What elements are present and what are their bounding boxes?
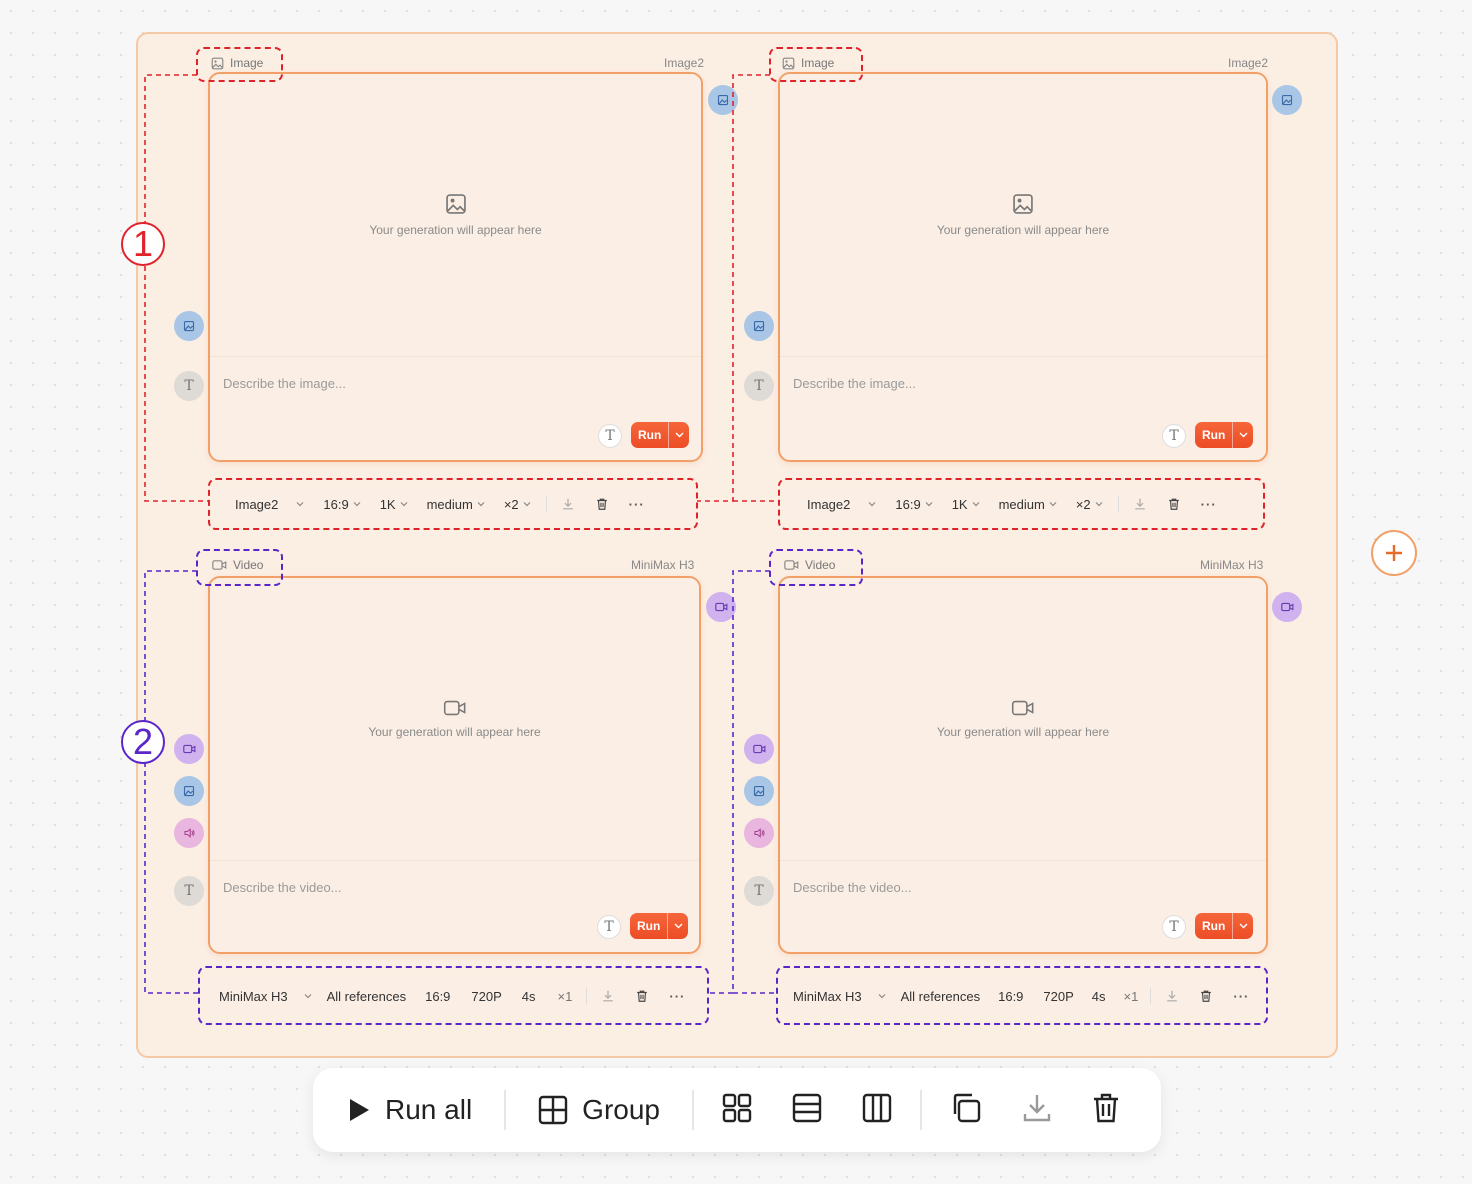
- placeholder-text: Your generation will appear here: [369, 223, 542, 237]
- group-icon: [538, 1095, 568, 1125]
- video-toolbar-highlight: [198, 966, 709, 1025]
- prompt-input[interactable]: Describe the video...: [223, 880, 342, 895]
- prompt-input[interactable]: Describe the image...: [223, 376, 346, 391]
- text-input-port-icon[interactable]: T: [174, 876, 204, 906]
- download-icon: [1023, 1094, 1051, 1121]
- model-tag: Image2: [1228, 56, 1269, 70]
- columns-layout-icon: [862, 1093, 892, 1122]
- run-button[interactable]: Run: [630, 913, 688, 939]
- placeholder-text: Your generation will appear here: [936, 725, 1110, 739]
- callout-1: 1: [121, 222, 165, 266]
- run-button[interactable]: Run: [1195, 422, 1253, 448]
- image-label-highlight: [769, 47, 863, 82]
- copy-icon: [953, 1093, 981, 1122]
- add-node-button[interactable]: [1371, 530, 1417, 576]
- image-input-port-icon[interactable]: [174, 311, 204, 341]
- audio-input-port-icon[interactable]: [174, 818, 204, 848]
- generation-preview: Your generation will appear here: [210, 74, 701, 357]
- audio-input-port-icon[interactable]: [744, 818, 774, 848]
- callout-2: 2: [121, 720, 165, 764]
- run-all-button[interactable]: Run all: [347, 1094, 472, 1126]
- text-format-button[interactable]: T: [598, 424, 622, 448]
- model-tag: MiniMax H3: [1200, 558, 1264, 572]
- video-node-card[interactable]: Your generation will appear here Describ…: [778, 576, 1268, 954]
- image-input-port-icon[interactable]: [174, 776, 204, 806]
- video-input-port-icon[interactable]: [744, 734, 774, 764]
- image-node-card[interactable]: Your generation will appear here Describ…: [778, 72, 1268, 462]
- group-label: Group: [582, 1094, 660, 1125]
- prompt-input[interactable]: Describe the image...: [793, 376, 916, 391]
- chevron-down-icon[interactable]: [667, 913, 688, 939]
- run-button[interactable]: Run: [631, 422, 689, 448]
- image-output-port-icon[interactable]: [1272, 85, 1302, 115]
- video-input-port-icon[interactable]: [174, 734, 204, 764]
- bar-divider: [504, 1090, 507, 1130]
- model-tag: Image2: [664, 56, 705, 70]
- run-label: Run: [637, 919, 661, 933]
- video-placeholder-icon: [1011, 700, 1034, 716]
- text-format-button[interactable]: T: [1162, 915, 1186, 939]
- prompt-input[interactable]: Describe the video...: [793, 880, 912, 895]
- grid-layout-icon: [722, 1093, 752, 1122]
- image-toolbar-highlight: [778, 478, 1265, 530]
- run-label: Run: [1202, 428, 1226, 442]
- bar-divider: [692, 1090, 694, 1130]
- run-all-label: Run all: [385, 1094, 473, 1125]
- chevron-down-icon[interactable]: [668, 422, 689, 448]
- run-button[interactable]: Run: [1195, 913, 1253, 939]
- chevron-down-icon[interactable]: [1232, 913, 1253, 939]
- duplicate-button[interactable]: [950, 1092, 982, 1129]
- image-placeholder-icon: [445, 194, 466, 214]
- video-output-port-icon[interactable]: [706, 592, 736, 622]
- bottom-action-bar: Run all Group: [313, 1068, 1161, 1152]
- run-label: Run: [638, 428, 662, 442]
- grid-layout-button[interactable]: [722, 1093, 752, 1128]
- image-input-port-icon[interactable]: [744, 311, 774, 341]
- group-button[interactable]: Group: [538, 1094, 660, 1126]
- rows-layout-button[interactable]: [792, 1093, 822, 1128]
- run-label: Run: [1202, 919, 1226, 933]
- text-input-port-icon[interactable]: T: [174, 371, 204, 401]
- text-format-button[interactable]: T: [597, 915, 621, 939]
- play-icon: [350, 1099, 369, 1121]
- trash-icon: [1094, 1093, 1118, 1122]
- chevron-down-icon[interactable]: [1232, 422, 1253, 448]
- rows-layout-icon: [792, 1093, 822, 1122]
- video-toolbar-highlight: [776, 966, 1268, 1025]
- placeholder-text: Your generation will appear here: [936, 223, 1110, 237]
- video-placeholder-icon: [443, 700, 465, 716]
- image-toolbar-highlight: [208, 478, 698, 530]
- bar-divider: [920, 1090, 922, 1130]
- image-placeholder-icon: [1013, 194, 1033, 214]
- text-format-button[interactable]: T: [1162, 424, 1186, 448]
- image-output-port-icon[interactable]: [708, 85, 738, 115]
- text-input-port-icon[interactable]: T: [744, 876, 774, 906]
- video-output-port-icon[interactable]: [1272, 592, 1302, 622]
- columns-layout-button[interactable]: [862, 1093, 892, 1128]
- video-label-highlight: [769, 549, 863, 586]
- video-label-highlight: [196, 549, 283, 586]
- image-input-port-icon[interactable]: [744, 776, 774, 806]
- plus-icon: [1386, 545, 1402, 561]
- generation-preview: Your generation will appear here: [780, 74, 1266, 357]
- delete-all-button[interactable]: [1092, 1092, 1120, 1129]
- generation-preview: Your generation will appear here: [780, 578, 1266, 861]
- video-node-card[interactable]: Your generation will appear here Describ…: [208, 576, 701, 954]
- placeholder-text: Your generation will appear here: [368, 725, 541, 739]
- image-node-card[interactable]: Your generation will appear here Describ…: [208, 72, 703, 462]
- generation-preview: Your generation will appear here: [210, 578, 699, 861]
- image-label-highlight: [196, 47, 283, 82]
- download-all-button[interactable]: [1022, 1093, 1052, 1128]
- model-tag: MiniMax H3: [631, 558, 695, 572]
- text-input-port-icon[interactable]: T: [744, 371, 774, 401]
